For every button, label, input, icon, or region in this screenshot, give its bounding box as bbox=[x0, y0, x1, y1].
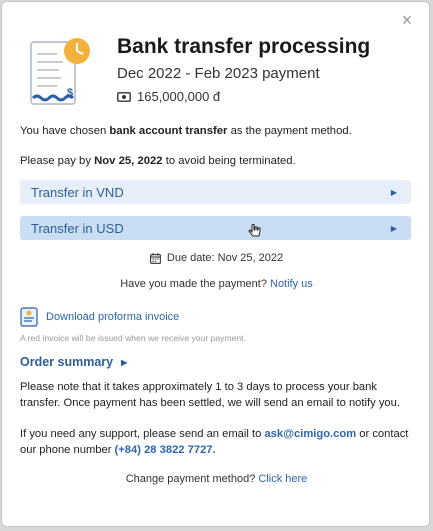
notify-us-link[interactable]: Notify us bbox=[270, 278, 313, 290]
transfer-usd-label: Transfer in USD bbox=[31, 220, 124, 236]
svg-text:$: $ bbox=[67, 87, 73, 99]
deadline-date: Nov 25, 2022 bbox=[94, 155, 163, 167]
calendar-icon bbox=[149, 252, 161, 264]
support-email-link[interactable]: ask@cimigo.com bbox=[264, 428, 356, 440]
caret-right-icon: ▶ bbox=[121, 357, 128, 367]
download-label: Download proforma invoice bbox=[46, 311, 180, 323]
payment-made-line: Have you made the payment? Notify us bbox=[120, 278, 313, 290]
payment-amount: 165,000,000 đ bbox=[117, 89, 220, 104]
order-summary-toggle[interactable]: Order summary ▶ bbox=[20, 355, 127, 369]
support-info: If you need any support, please send an … bbox=[20, 428, 409, 456]
dialog-title: Bank transfer processing bbox=[117, 35, 371, 58]
caret-right-icon: ▶ bbox=[390, 223, 397, 233]
red-invoice-note: A red invoice will be issued when we rec… bbox=[20, 333, 246, 343]
download-proforma-link[interactable]: Download proforma invoice bbox=[20, 307, 179, 327]
order-summary-label: Order summary bbox=[20, 355, 114, 369]
change-method-line: Change payment method? Click here bbox=[125, 473, 308, 485]
close-icon[interactable]: × bbox=[399, 11, 415, 29]
click-here-link[interactable]: Click here bbox=[258, 473, 307, 485]
due-date-text: Due date: Nov 25, 2022 bbox=[166, 252, 284, 264]
method-name: bank account transfer bbox=[109, 125, 228, 137]
amount-value: 165,000,000 đ bbox=[137, 89, 221, 104]
invoice-clock-icon: $ bbox=[30, 38, 90, 105]
processing-note: Please note that it takes approximately … bbox=[20, 381, 400, 409]
due-date: Due date: Nov 25, 2022 bbox=[2, 252, 431, 264]
invoice-document-icon bbox=[20, 307, 38, 327]
method-line: You have chosen bank account transfer as… bbox=[20, 125, 352, 137]
support-phone-link[interactable]: (+84) 28 3822 7727. bbox=[115, 444, 216, 456]
money-icon bbox=[117, 91, 131, 102]
deadline-line: Please pay by Nov 25, 2022 to avoid bein… bbox=[20, 155, 296, 167]
transfer-vnd-label: Transfer in VND bbox=[31, 184, 124, 200]
caret-right-icon: ▶ bbox=[390, 187, 397, 197]
payment-period: Dec 2022 - Feb 2023 payment bbox=[117, 65, 320, 82]
transfer-usd-option[interactable]: Transfer in USD ▶ bbox=[20, 216, 411, 240]
transfer-vnd-option[interactable]: Transfer in VND ▶ bbox=[20, 180, 411, 204]
payment-dialog: × $ Bank transfer processing Dec 2022 - … bbox=[1, 1, 430, 527]
hand-cursor-icon bbox=[248, 224, 261, 237]
